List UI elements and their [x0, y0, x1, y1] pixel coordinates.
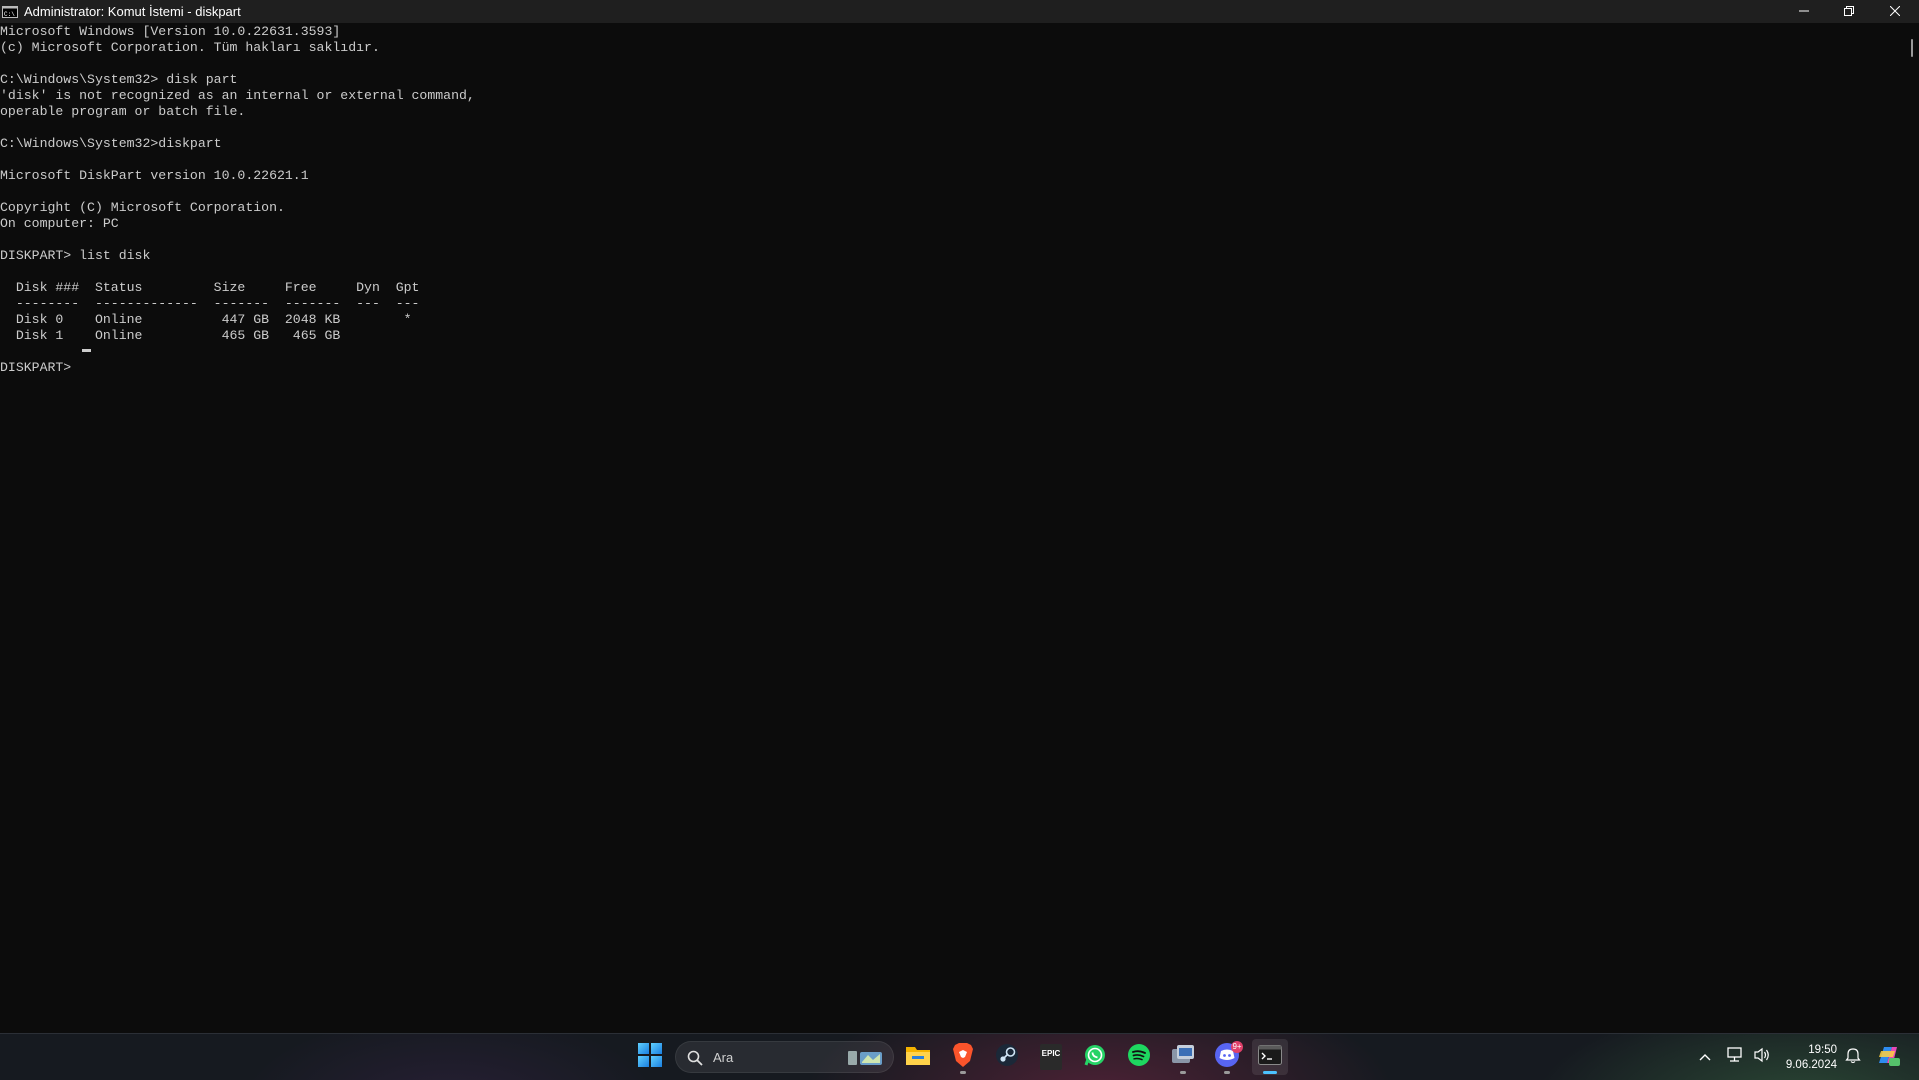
console-line: DISKPART>: [0, 360, 80, 375]
running-indicator: [1224, 1071, 1230, 1074]
console-line: C:\Windows\System32> disk part: [0, 72, 238, 87]
console-line: Copyright (C) Microsoft Corporation.: [0, 200, 285, 215]
restore-button[interactable]: [1826, 0, 1872, 23]
spotify-icon: [1127, 1043, 1151, 1072]
show-hidden-icons-button[interactable]: [1693, 1039, 1717, 1075]
epic-games-icon: EPIC: [1040, 1044, 1062, 1070]
close-button[interactable]: [1872, 0, 1918, 23]
brave-lion-icon: [952, 1042, 974, 1073]
console-line: On computer: PC: [0, 216, 119, 231]
taskbar-app-discord[interactable]: 9+: [1209, 1039, 1245, 1075]
windows-start-icon: [638, 1042, 662, 1072]
search-placeholder: Ara: [713, 1050, 734, 1065]
start-button[interactable]: [632, 1039, 668, 1075]
chevron-up-icon: [1699, 1048, 1711, 1066]
clock-time: 19:50: [1808, 1044, 1837, 1056]
console-line: 'disk' is not recognized as an internal …: [0, 88, 475, 103]
console-line: Microsoft DiskPart version 10.0.22621.1: [0, 168, 309, 183]
restore-icon: [1844, 3, 1854, 21]
console-line: Disk 0 Online 447 GB 2048 KB *: [0, 312, 412, 327]
taskbar-clock[interactable]: 19:50 9.06.2024: [1777, 1043, 1837, 1073]
minimize-button[interactable]: [1781, 0, 1827, 23]
taskbar: Ara EPIC 9+ 19:50 9.06.2024: [0, 1033, 1919, 1080]
minimize-icon: [1799, 3, 1809, 21]
console-line: DISKPART> list disk: [0, 248, 151, 263]
taskbar-app-terminal[interactable]: [1252, 1039, 1288, 1075]
taskbar-search[interactable]: Ara: [675, 1041, 894, 1073]
console-line: -------- ------------- ------- ------- -…: [0, 296, 420, 311]
network-button[interactable]: [1722, 1039, 1748, 1075]
bell-icon: [1845, 1046, 1861, 1069]
folder-icon: [905, 1044, 931, 1071]
svg-text:C:\: C:\: [4, 11, 15, 18]
network-icon: [1726, 1046, 1744, 1068]
clock-date: 9.06.2024: [1785, 1059, 1837, 1071]
running-indicator: [1180, 1071, 1186, 1074]
taskbar-app-epic-games[interactable]: EPIC: [1033, 1039, 1069, 1075]
active-indicator: [1263, 1071, 1277, 1074]
running-indicator: [960, 1071, 966, 1074]
copilot-icon: [1875, 1043, 1901, 1072]
copilot-button[interactable]: [1870, 1039, 1906, 1075]
steam-icon: [995, 1043, 1019, 1072]
taskbar-app-brave[interactable]: [945, 1039, 981, 1075]
epic-label: EPIC: [1041, 1049, 1061, 1058]
terminal-icon: [1258, 1044, 1282, 1070]
cmd-icon: C:\: [2, 5, 18, 18]
console-line: operable program or batch file.: [0, 104, 246, 119]
volume-icon: [1753, 1047, 1771, 1068]
console-line: Microsoft Windows [Version 10.0.22631.35…: [0, 24, 341, 39]
notifications-button[interactable]: [1840, 1039, 1866, 1075]
window-title: Administrator: Komut İstemi - diskpart: [24, 4, 241, 19]
app-window-icon: [1170, 1043, 1196, 1072]
scrollbar-thumb[interactable]: [1911, 39, 1913, 57]
title-bar[interactable]: C:\ Administrator: Komut İstemi - diskpa…: [0, 0, 1919, 23]
text-cursor: [82, 349, 91, 352]
notification-badge: 9+: [1231, 1041, 1243, 1053]
search-icon: [687, 1050, 703, 1071]
taskbar-app-window[interactable]: [1165, 1039, 1201, 1075]
search-highlight-icon: [846, 1048, 886, 1073]
taskbar-app-file-explorer[interactable]: [900, 1039, 936, 1075]
console-line: (c) Microsoft Corporation. Tüm hakları s…: [0, 40, 380, 55]
close-icon: [1889, 3, 1901, 21]
taskbar-app-spotify[interactable]: [1121, 1039, 1157, 1075]
console-line: Disk ### Status Size Free Dyn Gpt: [0, 280, 420, 295]
console-scrollbar[interactable]: [1905, 23, 1919, 1033]
console-line: C:\Windows\System32>diskpart: [0, 136, 222, 151]
console-output[interactable]: Microsoft Windows [Version 10.0.22631.35…: [0, 23, 1905, 1033]
console-line: Disk 1 Online 465 GB 465 GB: [0, 328, 341, 343]
whatsapp-icon: [1083, 1043, 1107, 1072]
volume-button[interactable]: [1749, 1039, 1775, 1075]
taskbar-app-whatsapp[interactable]: [1077, 1039, 1113, 1075]
taskbar-app-steam[interactable]: [989, 1039, 1025, 1075]
